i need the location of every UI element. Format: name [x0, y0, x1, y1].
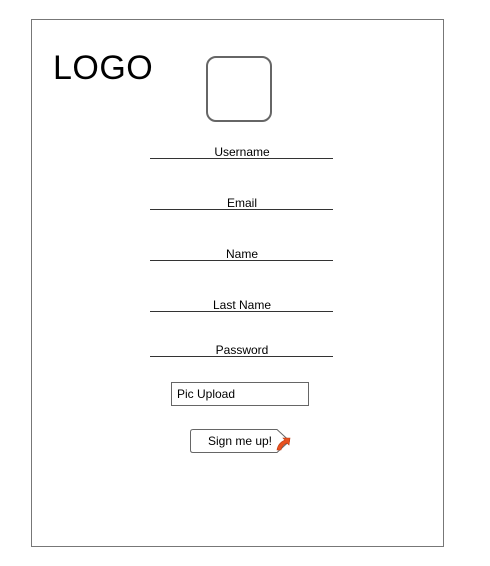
username-label: Username	[214, 145, 270, 159]
pointer-cursor-icon	[276, 437, 291, 451]
username-field[interactable]: Username	[150, 143, 333, 159]
email-field[interactable]: Email	[150, 194, 333, 210]
last-name-label: Last Name	[212, 298, 272, 312]
name-field[interactable]: Name	[150, 245, 333, 261]
pic-upload-button[interactable]: Pic Upload	[171, 382, 309, 406]
avatar-placeholder[interactable]	[206, 56, 272, 122]
last-name-field[interactable]: Last Name	[150, 296, 333, 312]
email-label: Email	[226, 196, 257, 210]
password-field[interactable]: Password	[150, 341, 333, 357]
logo: LOGO	[53, 49, 154, 87]
name-label: Name	[225, 247, 258, 261]
password-label: Password	[215, 343, 269, 357]
